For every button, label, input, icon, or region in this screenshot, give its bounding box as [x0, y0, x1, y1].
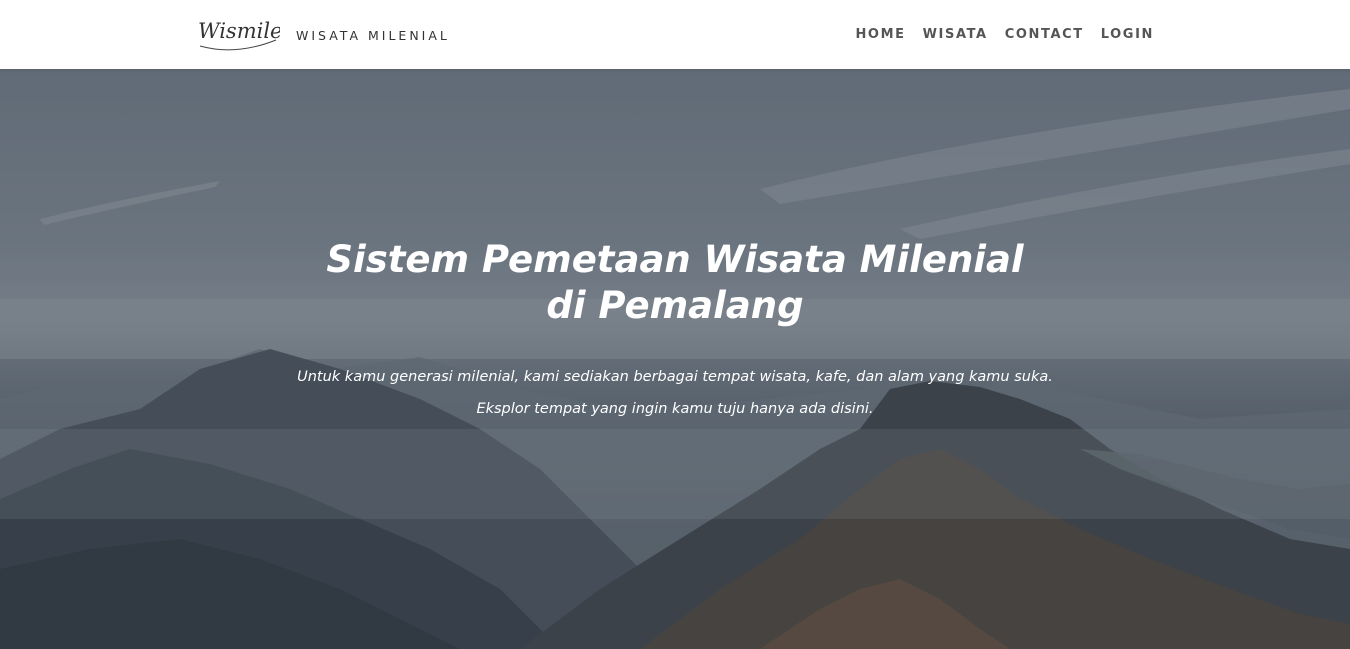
wismile-logo: Wismile [198, 19, 280, 51]
nav-login[interactable]: LOGIN [1101, 27, 1154, 42]
nav-home[interactable]: HOME [855, 27, 905, 42]
hero-subtitle-line-1: Untuk kamu generasi milenial, kami sedia… [297, 369, 1053, 385]
main-nav: HOME WISATA CONTACT LOGIN [855, 0, 1154, 69]
hero-subtitle: Untuk kamu generasi milenial, kami sedia… [0, 361, 1350, 425]
nav-wisata[interactable]: WISATA [923, 27, 988, 42]
brand-link[interactable]: Wismile WISATA MILENIAL [196, 14, 450, 54]
navbar: Wismile WISATA MILENIAL HOME WISATA CONT… [0, 0, 1350, 69]
hero-title-line-1: Sistem Pemetaan Wisata Milenial [326, 238, 1024, 281]
hero-title: Sistem Pemetaan Wisata Milenial di Pemal… [0, 237, 1350, 329]
hero-subtitle-line-2: Eksplor tempat yang ingin kamu tuju hany… [476, 401, 874, 417]
logo-script-text: Wismile [198, 19, 280, 43]
hero-title-line-2: di Pemalang [546, 284, 804, 327]
hero-overlay [0, 69, 1350, 649]
brand-name: WISATA MILENIAL [296, 28, 450, 43]
nav-contact[interactable]: CONTACT [1005, 27, 1084, 42]
hero-section: Sistem Pemetaan Wisata Milenial di Pemal… [0, 69, 1350, 649]
